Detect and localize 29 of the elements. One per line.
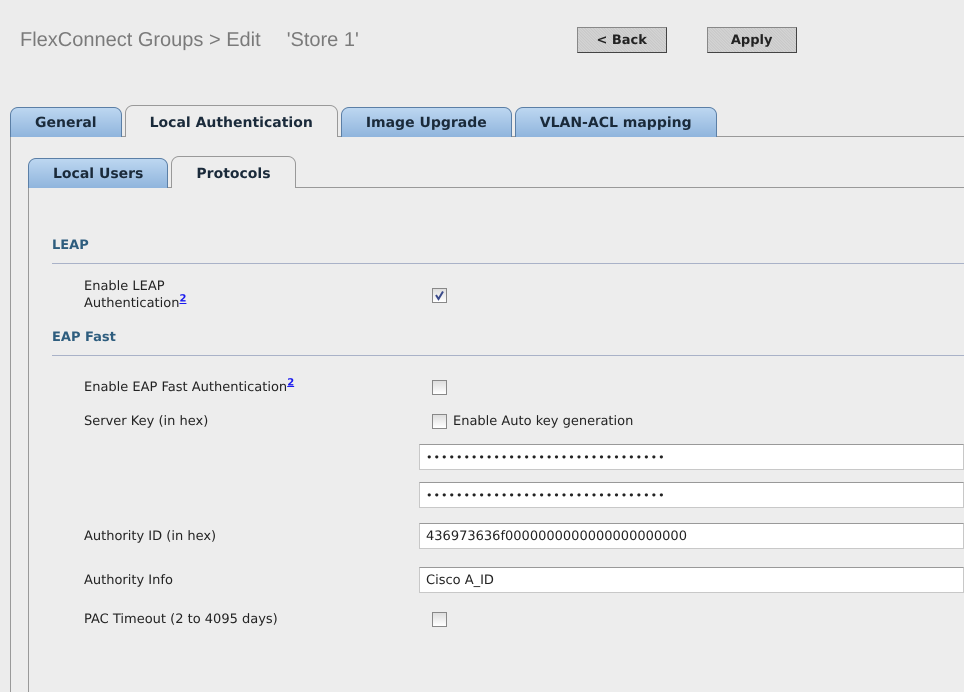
tab[interactable]: Local Authentication (124, 105, 338, 137)
text-field[interactable]: 436973636f0000000000000000000000 (419, 523, 964, 549)
page-title: FlexConnect Groups > Edit (20, 28, 261, 52)
apply-button[interactable]: Apply (706, 27, 797, 53)
tab[interactable]: Protocols (171, 156, 296, 188)
footnote-link[interactable]: 2 (287, 377, 294, 388)
checkbox[interactable] (432, 612, 447, 626)
tab[interactable]: General (10, 107, 122, 137)
checkbox[interactable] (432, 414, 447, 428)
password-field[interactable]: •••••••••••••••••••••••••••••••• (419, 444, 964, 470)
field-label: PAC Timeout (2 to 4095 days) (84, 612, 278, 626)
back-button[interactable]: < Back (576, 27, 667, 53)
group-name: 'Store 1' (286, 28, 360, 52)
field-label: Authority ID (in hex) (84, 528, 216, 544)
field-label: Enable LEAP Authentication (84, 279, 180, 311)
section-heading: LEAP (52, 238, 90, 255)
password-field[interactable]: •••••••••••••••••••••••••••••••• (419, 482, 964, 508)
checkbox-label: Enable Auto key generation (453, 414, 634, 428)
checkbox[interactable] (432, 288, 447, 302)
tab[interactable]: VLAN-ACL mapping (514, 107, 717, 137)
footnote-link[interactable]: 2 (179, 294, 186, 305)
tab[interactable]: Local Users (28, 158, 168, 188)
field-label: Authority Info (84, 572, 173, 588)
section-heading: EAP Fast (52, 330, 117, 347)
checkbox[interactable] (432, 380, 447, 394)
tab[interactable]: Image Upgrade (340, 107, 512, 137)
text-field[interactable]: Cisco A_ID (419, 567, 964, 593)
field-label: Server Key (in hex) (84, 414, 208, 428)
field-label: Enable EAP Fast Authentication (84, 380, 288, 394)
